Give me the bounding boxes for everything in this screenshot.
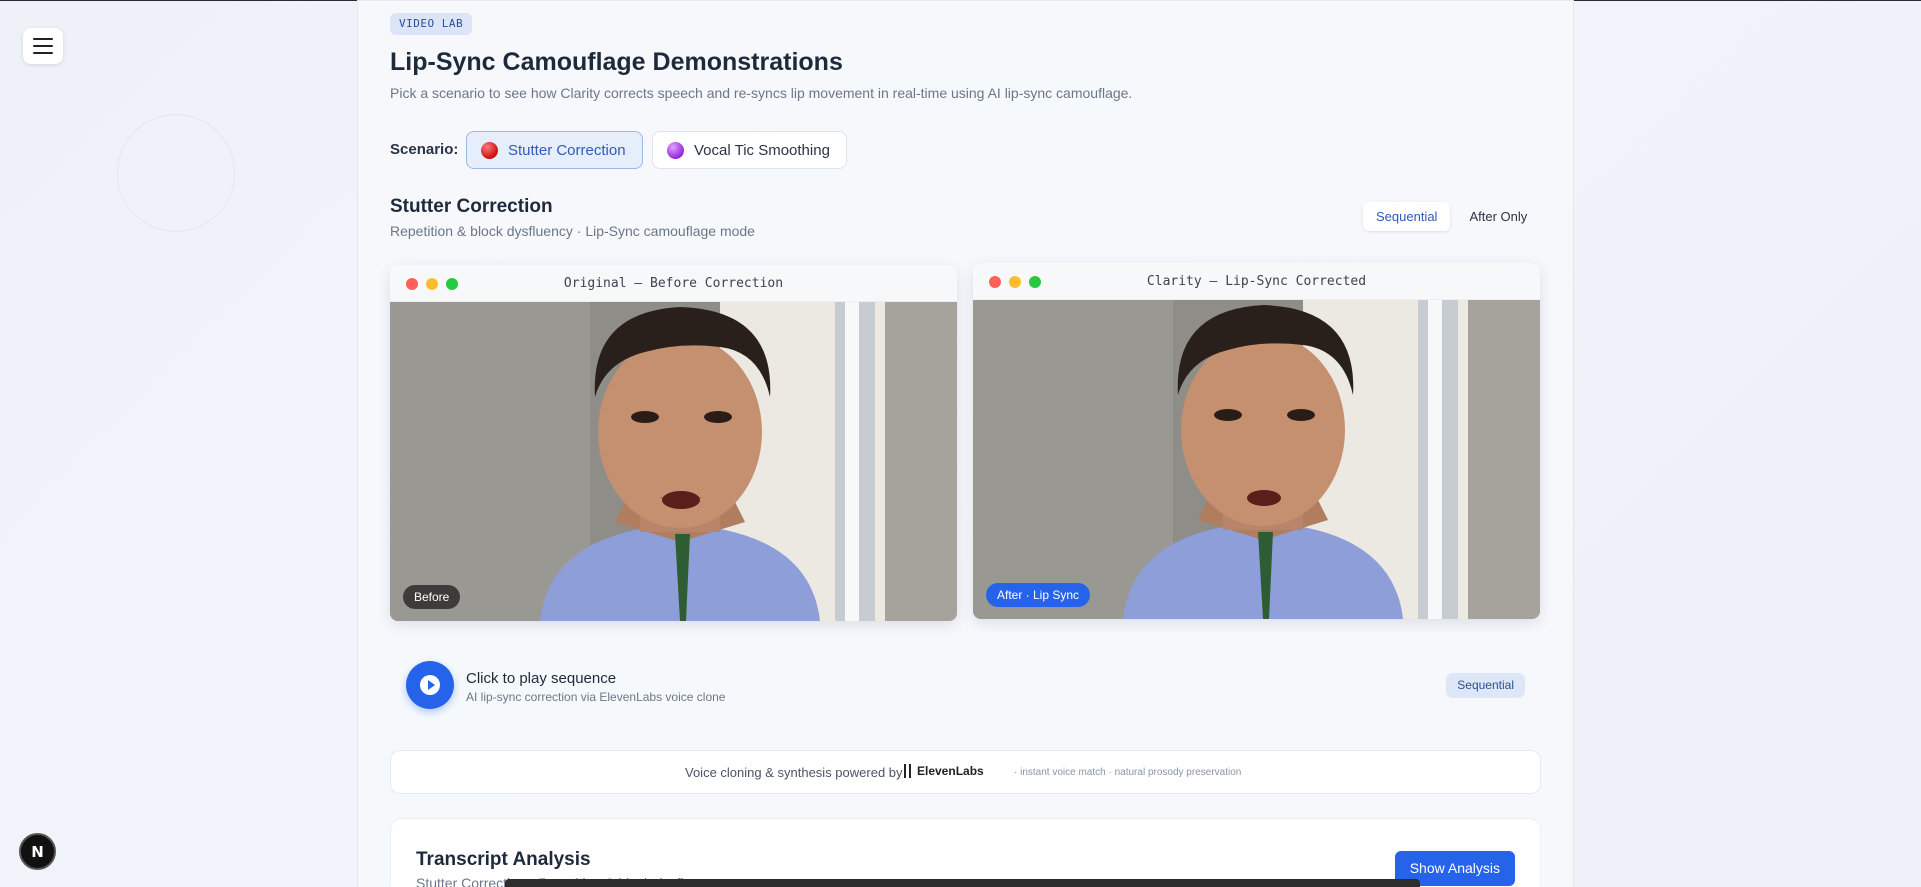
mode-sequential-button[interactable]: Sequential (1363, 202, 1451, 231)
video-before-card[interactable]: Original — Before Correction Before (390, 265, 957, 621)
hamburger-icon-line (33, 38, 53, 40)
person-video-still (390, 302, 957, 621)
hamburger-menu-button[interactable] (23, 28, 63, 64)
elevenlabs-logo: ElevenLabs (904, 764, 984, 778)
mode-after-only-button[interactable]: After Only (1456, 202, 1540, 231)
hamburger-icon-line (33, 52, 53, 54)
credit-bar: Voice cloning & synthesis powered by Ele… (390, 750, 1541, 794)
player-title: Click to play sequence (466, 670, 617, 687)
bottom-toolbar-edge (505, 879, 1420, 887)
video-window-header: Clarity — Lip-Sync Corrected (973, 263, 1540, 300)
purple-circle-icon (667, 141, 684, 159)
scenario-option-label: Vocal Tic Smoothing (694, 141, 830, 159)
red-circle-icon (481, 141, 498, 159)
elevenlabs-bars-icon (904, 764, 911, 778)
credit-brand: ElevenLabs (917, 764, 984, 778)
credit-text: Voice cloning & synthesis powered by (685, 765, 903, 780)
section-subtitle: Repetition & block dysfluency · Lip-Sync… (390, 223, 755, 239)
hamburger-icon-line (33, 45, 53, 47)
nextjs-dev-badge[interactable]: N (19, 833, 56, 870)
transcript-title: Transcript Analysis (416, 849, 591, 870)
scenario-stutter-correction-button[interactable]: Stutter Correction (466, 131, 643, 169)
player-mode-pill: Sequential (1446, 673, 1525, 698)
play-icon (420, 675, 440, 695)
scenario-vocal-tic-button[interactable]: Vocal Tic Smoothing (652, 131, 847, 169)
play-button[interactable] (406, 661, 454, 709)
video-after-tag: After · Lip Sync (986, 583, 1091, 607)
player-bar: Click to play sequence AI lip-sync corre… (390, 655, 1541, 715)
page-subtitle: Pick a scenario to see how Clarity corre… (390, 85, 1133, 101)
video-title: Original — Before Correction (563, 276, 784, 291)
video-before-tag: Before (403, 585, 461, 609)
page-title: Lip-Sync Camouflage Demonstrations (390, 48, 843, 76)
mode-toggle: Sequential After Only (1363, 202, 1540, 231)
section-eyebrow: VIDEO LAB (390, 13, 473, 35)
video-before-frame[interactable]: Before (390, 302, 957, 621)
section-title: Stutter Correction (390, 196, 553, 217)
video-title: Clarity — Lip-Sync Corrected (1146, 274, 1367, 289)
video-after-card[interactable]: Clarity — Lip-Sync Corrected After · Lip… (973, 263, 1540, 619)
video-window-header: Original — Before Correction (390, 265, 957, 302)
transcript-analysis-card: Transcript Analysis Stutter Correction ·… (390, 818, 1541, 887)
video-after-frame[interactable]: After · Lip Sync (973, 300, 1540, 619)
person-video-still (973, 300, 1540, 619)
scenario-option-label: Stutter Correction (508, 141, 626, 159)
player-subtitle: AI lip-sync correction via ElevenLabs vo… (466, 690, 726, 704)
scenario-label: Scenario: (390, 141, 459, 158)
credit-note: · instant voice match · natural prosody … (1014, 767, 1242, 778)
decorative-circle (117, 114, 235, 232)
